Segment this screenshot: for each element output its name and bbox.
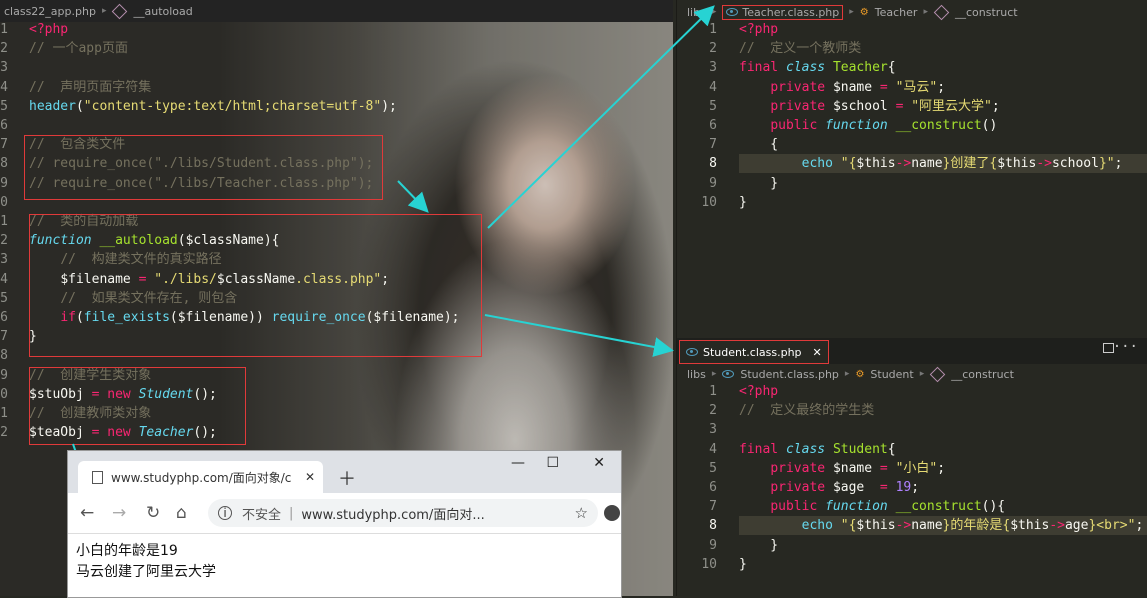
browser-tab-strip: www.studyphp.com/面向对象/c ✕ ＋ — ☐ ✕ [68, 451, 621, 493]
page-icon [92, 470, 103, 484]
arrow-include-to-autoload [397, 180, 429, 213]
reload-icon[interactable]: ↻ [146, 503, 160, 523]
browser-tab[interactable]: www.studyphp.com/面向对象/c ✕ [78, 461, 323, 493]
output-line: 马云创建了阿里云大学 [76, 564, 216, 580]
forward-icon[interactable]: → [112, 503, 126, 523]
account-icon[interactable] [604, 505, 620, 521]
window-close-icon[interactable]: ✕ [593, 455, 605, 471]
browser-window[interactable]: www.studyphp.com/面向对象/c ✕ ＋ — ☐ ✕ ← → ↻ … [67, 450, 622, 598]
maximize-icon[interactable]: ☐ [546, 455, 559, 471]
home-icon[interactable]: ⌂ [176, 503, 187, 523]
close-icon[interactable]: ✕ [305, 470, 315, 484]
divider: | [289, 505, 294, 521]
minimize-icon[interactable]: — [511, 455, 525, 471]
back-icon[interactable]: ← [80, 503, 94, 523]
security-label: 不安全 [242, 507, 282, 523]
info-icon: i [218, 506, 232, 520]
address-bar[interactable]: i 不安全 | www.studyphp.com/面向对... ☆ [208, 499, 598, 527]
arrow-to-teacher [487, 5, 715, 229]
browser-toolbar: ← → ↻ ⌂ i 不安全 | www.studyphp.com/面向对... … [68, 493, 621, 534]
output-line: 小白的年龄是19 [76, 543, 178, 559]
star-icon[interactable]: ☆ [575, 504, 588, 522]
new-tab-icon[interactable]: ＋ [338, 465, 356, 491]
page-output: 小白的年龄是19 马云创建了阿里云大学 [76, 541, 216, 583]
url-text: www.studyphp.com/面向对... [301, 507, 485, 523]
tab-title: www.studyphp.com/面向对象/c [111, 470, 292, 485]
arrow-to-student [484, 314, 674, 357]
